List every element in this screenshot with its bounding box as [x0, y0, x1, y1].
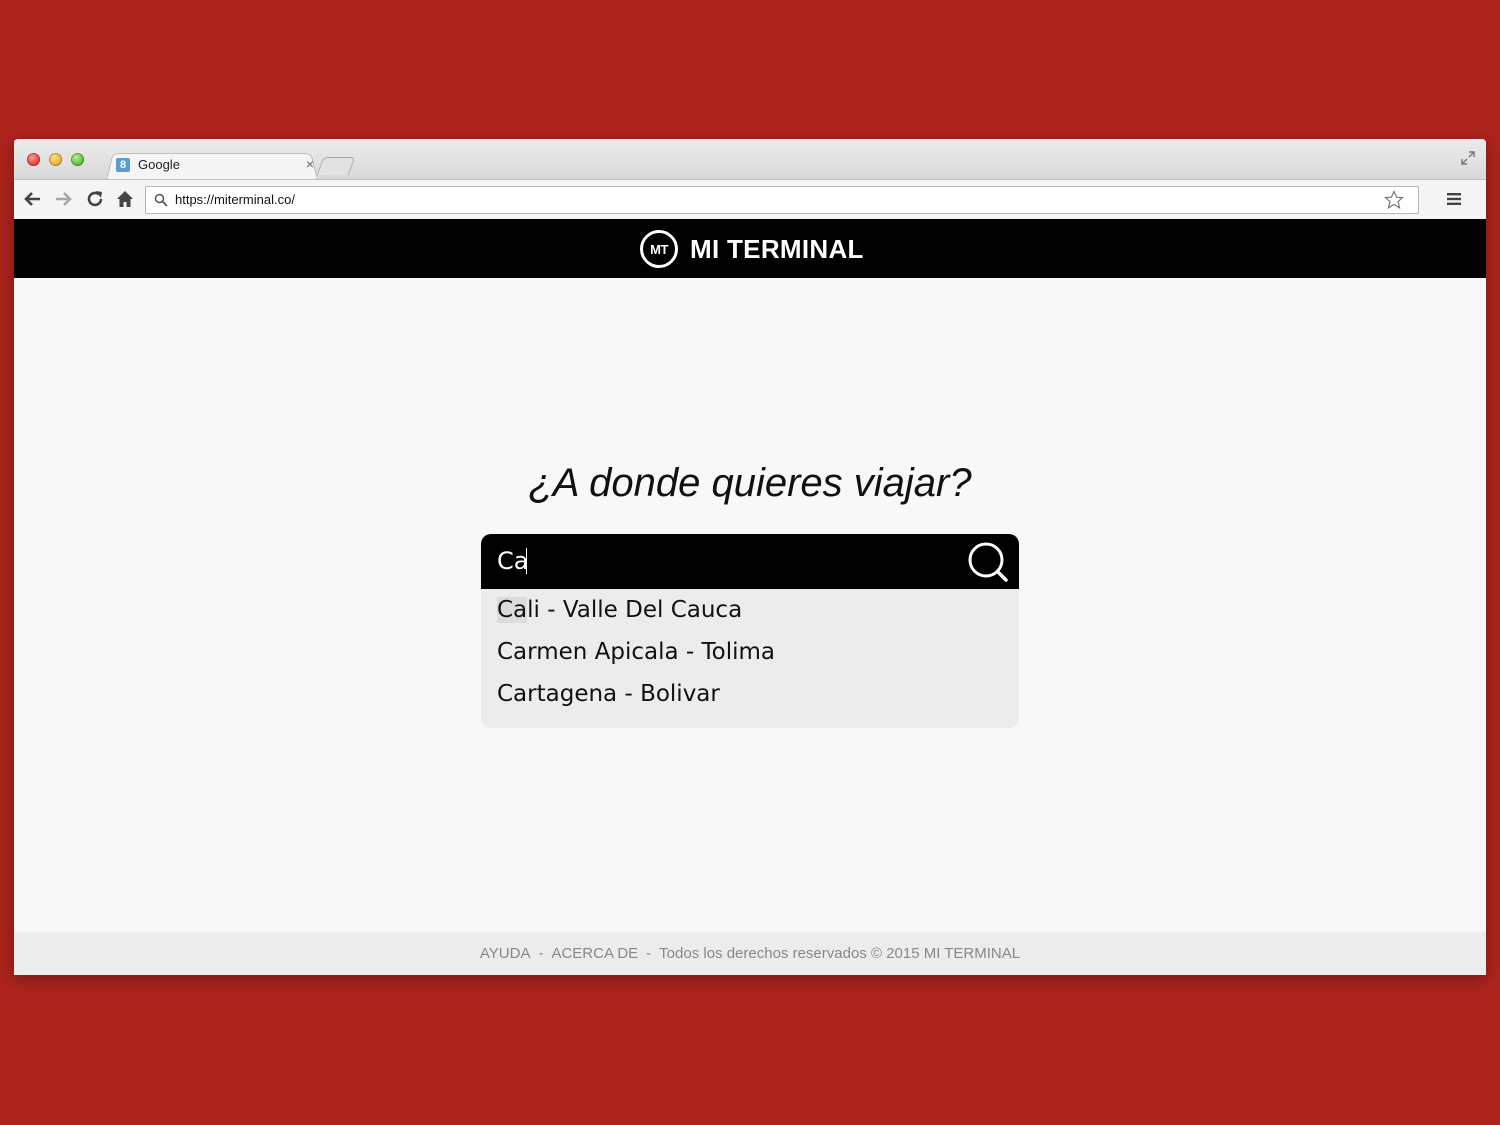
home-icon[interactable]	[114, 188, 136, 210]
suggestion-label: li - Valle Del Cauca	[527, 597, 743, 623]
google-favicon-icon: 8	[116, 158, 130, 172]
address-url: https://miterminal.co/	[175, 192, 295, 207]
about-link[interactable]: ACERCA DE	[551, 945, 638, 962]
search-icon[interactable]	[967, 541, 1009, 583]
new-tab-button[interactable]	[316, 157, 356, 175]
footer-separator: -	[538, 945, 544, 962]
close-window-button[interactable]	[27, 153, 40, 166]
browser-tab[interactable]: 8 Google ×	[114, 155, 314, 179]
search-icon	[154, 193, 168, 207]
page-title: ¿A donde quieres viajar?	[528, 461, 972, 505]
zoom-window-button[interactable]	[71, 153, 84, 166]
address-bar[interactable]: https://miterminal.co/	[145, 186, 1419, 214]
suggestion-label: Cartagena - Bolivar	[497, 681, 720, 707]
brand-name: MI TERMINAL	[690, 233, 864, 264]
menu-icon[interactable]	[1446, 191, 1462, 207]
site-header: MT MI TERMINAL	[14, 219, 1486, 278]
destination-search-input[interactable]	[497, 543, 937, 579]
suggestion-item[interactable]: Cartagena - Bolivar	[497, 677, 720, 711]
browser-toolbar: https://miterminal.co/	[14, 179, 1486, 221]
bookmark-star-icon[interactable]	[1384, 190, 1404, 210]
fullscreen-icon[interactable]	[1460, 150, 1476, 166]
suggestion-item[interactable]: Carmen Apicala - Tolima	[497, 635, 775, 669]
suggestion-label: Carmen Apicala - Tolima	[497, 639, 776, 665]
back-arrow-icon[interactable]	[22, 188, 44, 210]
destination-search-bar	[481, 534, 1019, 589]
copyright-text: Todos los derechos reservados © 2015 MI …	[659, 945, 1021, 962]
mt-logo-icon: MT	[640, 230, 678, 268]
suggestions-dropdown: Cali - Valle Del Cauca Carmen Apicala - …	[481, 589, 1019, 728]
tab-close-icon[interactable]: ×	[306, 156, 314, 172]
forward-arrow-icon[interactable]	[52, 188, 74, 210]
site-footer: AYUDA - ACERCA DE - Todos los derechos reser…	[14, 932, 1486, 975]
help-link[interactable]: AYUDA	[480, 945, 531, 962]
browser-window: 8 Google × https://miterminal.co/ MT MI …	[14, 139, 1486, 975]
footer-separator: -	[646, 945, 652, 962]
tab-title: Google	[138, 157, 180, 172]
brand-link[interactable]: MT MI TERMINAL	[640, 229, 864, 269]
suggestion-match: Ca	[497, 597, 528, 623]
minimize-window-button[interactable]	[49, 153, 62, 166]
browser-titlebar: 8 Google ×	[14, 139, 1486, 180]
text-caret	[526, 548, 527, 574]
suggestion-item[interactable]: Cali - Valle Del Cauca	[497, 593, 742, 627]
reload-icon[interactable]	[84, 188, 106, 210]
